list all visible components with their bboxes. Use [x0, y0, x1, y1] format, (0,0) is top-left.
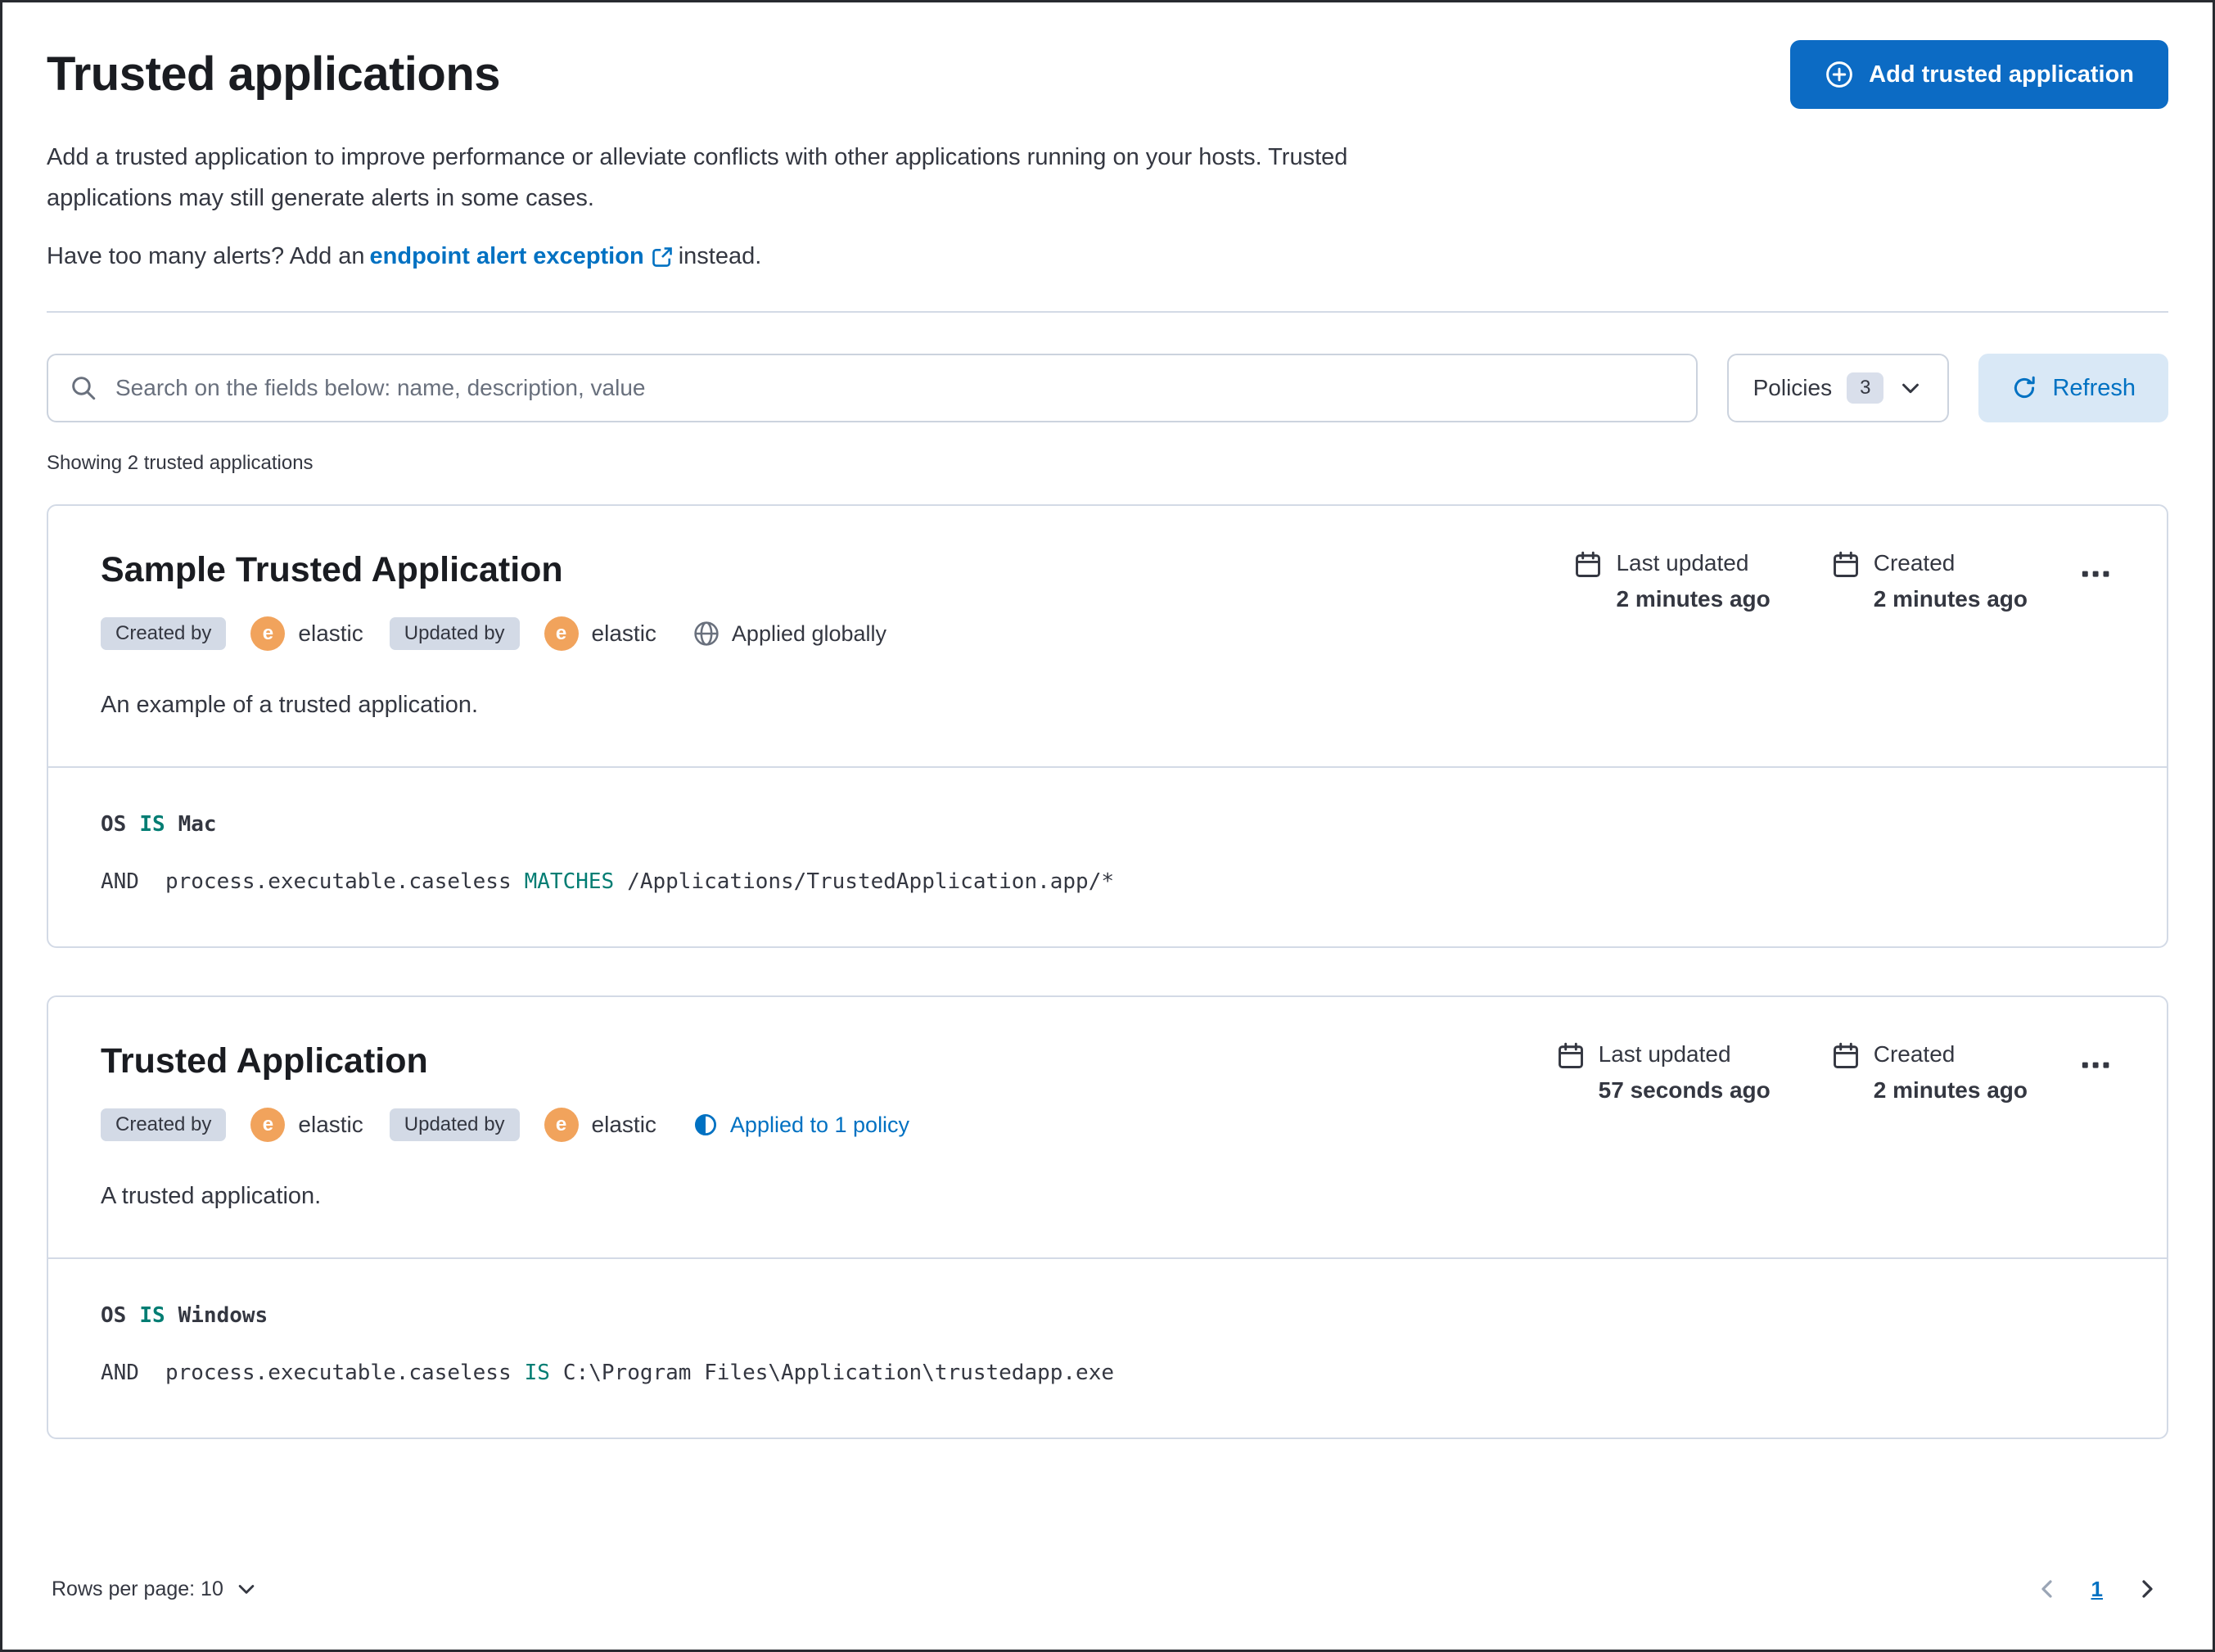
- last-updated-value: 57 seconds ago: [1598, 1077, 1771, 1103]
- updated-by-badge: Updated by: [389, 1108, 520, 1141]
- condition-line: AND process.executable.caseless IS C:\Progr…: [101, 1361, 1115, 1385]
- card-badges: Created by e elastic Updated by e elasti…: [101, 1108, 909, 1142]
- created-group: Created 2 minutes ago: [1831, 550, 2028, 612]
- rows-per-page-button[interactable]: Rows per page: 10: [52, 1578, 258, 1601]
- page-description: Add a trusted application to improve per…: [47, 144, 1348, 211]
- previous-page-button[interactable]: [2031, 1573, 2064, 1605]
- chevron-down-icon: [1902, 383, 1920, 394]
- alerts-hint-prefix: Have too many alerts? Add an: [47, 243, 365, 269]
- actions-menu-button[interactable]: [2077, 1041, 2114, 1089]
- page-header: Trusted applications Add trusted applica…: [47, 40, 2168, 109]
- card-meta: Last updated 2 minutes ago Created 2 min…: [1573, 550, 2114, 612]
- created-label: Created: [1873, 1041, 1956, 1067]
- refresh-button[interactable]: Refresh: [1978, 354, 2168, 422]
- updated-by-user: elastic: [591, 621, 656, 646]
- results-count: Showing 2 trusted applications: [47, 452, 314, 474]
- page-number-1[interactable]: 1: [2091, 1577, 2103, 1602]
- page-title: Trusted applications: [47, 47, 501, 101]
- card-meta: Last updated 57 seconds ago Created 2 mi…: [1556, 1041, 2114, 1104]
- created-by-badge: Created by: [101, 1108, 227, 1141]
- last-updated-value: 2 minutes ago: [1616, 586, 1771, 612]
- card-description: A trusted application.: [101, 1183, 322, 1209]
- calendar-icon: [1576, 551, 1601, 577]
- last-updated-label: Last updated: [1616, 550, 1749, 575]
- avatar: e: [250, 616, 286, 651]
- card-description: An example of a trusted application.: [101, 692, 479, 718]
- chevron-right-icon: [2142, 1580, 2153, 1598]
- card-title: Sample Trusted Application: [101, 550, 563, 589]
- calendar-icon: [1833, 1042, 1858, 1068]
- applied-globally-label: Applied globally: [692, 620, 886, 648]
- last-updated-group: Last updated 57 seconds ago: [1556, 1041, 1771, 1104]
- last-updated-label: Last updated: [1598, 1041, 1731, 1067]
- table-footer: Rows per page: 10 1: [47, 1540, 2168, 1615]
- trusted-app-card: Sample Trusted Application Created by e …: [47, 504, 2168, 948]
- created-value: 2 minutes ago: [1873, 586, 2028, 612]
- external-link-icon: [652, 246, 672, 267]
- alerts-hint-suffix: instead.: [678, 243, 762, 269]
- globe-icon: [694, 621, 719, 646]
- avatar: e: [250, 1108, 286, 1142]
- add-trusted-application-label: Add trusted application: [1869, 61, 2134, 88]
- card-badges: Created by e elastic Updated by e elasti…: [101, 616, 886, 651]
- condition-line: AND process.executable.caseless MATCHES/Ap…: [101, 869, 1115, 894]
- updated-by-badge: Updated by: [389, 617, 520, 650]
- policies-count-badge: 3: [1847, 372, 1884, 404]
- created-by-user: elastic: [298, 1112, 363, 1137]
- chevron-down-icon: [238, 1585, 255, 1594]
- header-divider: [47, 311, 2168, 313]
- avatar: e: [544, 1108, 579, 1142]
- refresh-icon: [2014, 376, 2036, 399]
- created-group: Created 2 minutes ago: [1831, 1041, 2028, 1104]
- next-page-button[interactable]: [2131, 1573, 2163, 1605]
- search-icon: [72, 377, 96, 400]
- endpoint-alert-exception-link[interactable]: endpoint alert exception: [370, 243, 674, 270]
- refresh-label: Refresh: [2052, 374, 2136, 401]
- alerts-hint: Have too many alerts? Add an endpoint al…: [47, 243, 2168, 270]
- updated-by-user: elastic: [591, 1112, 656, 1137]
- condition-line: OS IS Windows: [101, 1303, 268, 1328]
- condition-block: OS IS Windows AND process.executable.casele…: [48, 1257, 2167, 1438]
- condition-line: OS IS Mac: [101, 812, 217, 837]
- policies-filter-button[interactable]: Policies 3: [1726, 354, 1950, 422]
- created-by-user: elastic: [298, 621, 363, 646]
- created-value: 2 minutes ago: [1873, 1077, 2028, 1103]
- pagination: 1: [2031, 1573, 2163, 1605]
- search-input[interactable]: [114, 374, 1675, 402]
- boxes-horizontal-icon: [2082, 571, 2109, 577]
- trusted-app-card: Trusted Application Created by e elastic…: [47, 995, 2168, 1439]
- boxes-horizontal-icon: [2082, 1062, 2109, 1068]
- created-label: Created: [1873, 550, 1956, 575]
- avatar: e: [544, 616, 579, 651]
- last-updated-group: Last updated 2 minutes ago: [1573, 550, 1771, 612]
- policies-filter-label: Policies: [1753, 375, 1833, 400]
- calendar-icon: [1833, 551, 1858, 577]
- actions-menu-button[interactable]: [2077, 550, 2114, 598]
- trusted-applications-page: Trusted applications Add trusted applica…: [0, 0, 2215, 1652]
- partial-circle-icon: [694, 1113, 716, 1136]
- calendar-icon: [1558, 1042, 1583, 1068]
- toolbar: Policies 3 Refresh: [47, 354, 2168, 422]
- condition-block: OS IS Mac AND process.executable.caseless MA…: [48, 766, 2167, 946]
- applied-policy-link[interactable]: Applied to 1 policy: [692, 1112, 909, 1138]
- chevron-left-icon: [2041, 1580, 2052, 1598]
- add-trusted-application-button[interactable]: Add trusted application: [1790, 40, 2168, 109]
- card-title: Trusted Application: [101, 1041, 428, 1081]
- plus-circle-icon: [1826, 61, 1853, 88]
- created-by-badge: Created by: [101, 617, 227, 650]
- search-box: [47, 354, 1698, 422]
